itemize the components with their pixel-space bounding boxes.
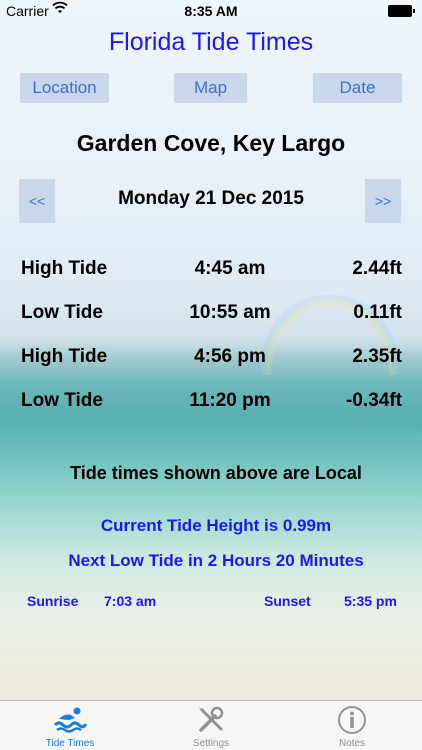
tide-height: 2.35ft	[352, 346, 402, 367]
tab-label: Tide Times	[45, 738, 95, 749]
app-title: Florida Tide Times	[108, 28, 314, 56]
tide-type: High Tide	[21, 346, 108, 367]
local-time-note: Tide times shown above are Local	[70, 463, 362, 483]
tools-icon	[196, 705, 226, 740]
sunset-label: Sunset	[264, 593, 311, 609]
tide-row: High Tide 4:45 am 2.44ft	[0, 258, 422, 288]
info-icon	[337, 705, 367, 740]
status-time: 8:35 AM	[184, 3, 238, 19]
tide-time: 4:45 am	[194, 258, 266, 279]
tide-time: 11:20 pm	[189, 390, 271, 411]
next-day-button[interactable]: >>	[365, 179, 401, 223]
tab-tide-times[interactable]: Tide Times	[0, 701, 140, 750]
tide-type: Low Tide	[21, 390, 103, 411]
sunrise-time: 7:03 am	[104, 593, 157, 609]
tab-notes[interactable]: Notes	[282, 701, 422, 750]
tide-type: High Tide	[21, 258, 108, 279]
tide-row: Low Tide 10:55 am 0.11ft	[0, 302, 422, 332]
tide-height: 2.44ft	[352, 258, 402, 279]
swimmer-icon	[53, 705, 88, 738]
tide-height: 0.11ft	[353, 302, 402, 323]
tide-time: 4:56 pm	[194, 346, 266, 367]
previous-day-button[interactable]: <<	[19, 179, 55, 223]
location-button[interactable]: Location	[20, 73, 109, 103]
tide-height: -0.34ft	[346, 390, 402, 411]
map-button[interactable]: Map	[174, 73, 247, 103]
tide-row: High Tide 4:56 pm 2.35ft	[0, 346, 422, 376]
tab-settings[interactable]: Settings	[141, 701, 281, 750]
status-bar: Carrier 8:35 AM	[0, 0, 422, 22]
current-tide-height: Current Tide Height is 0.99m	[100, 516, 332, 535]
tab-bar: Tide Times Settings Notes	[0, 700, 422, 750]
tide-type: Low Tide	[21, 302, 103, 323]
date-button[interactable]: Date	[313, 73, 402, 103]
tide-time: 10:55 am	[189, 302, 271, 323]
battery-icon	[388, 5, 415, 17]
location-name: Garden Cove, Key Largo	[76, 130, 346, 156]
sunset-time: 5:35 pm	[344, 593, 397, 609]
tab-label: Settings	[192, 738, 230, 749]
next-tide-countdown: Next Low Tide in 2 Hours 20 Minutes	[68, 551, 364, 570]
tab-label: Notes	[338, 738, 366, 749]
current-date: Monday 21 Dec 2015	[118, 188, 304, 209]
tide-row: Low Tide 11:20 pm -0.34ft	[0, 390, 422, 420]
sunrise-label: Sunrise	[27, 593, 79, 609]
